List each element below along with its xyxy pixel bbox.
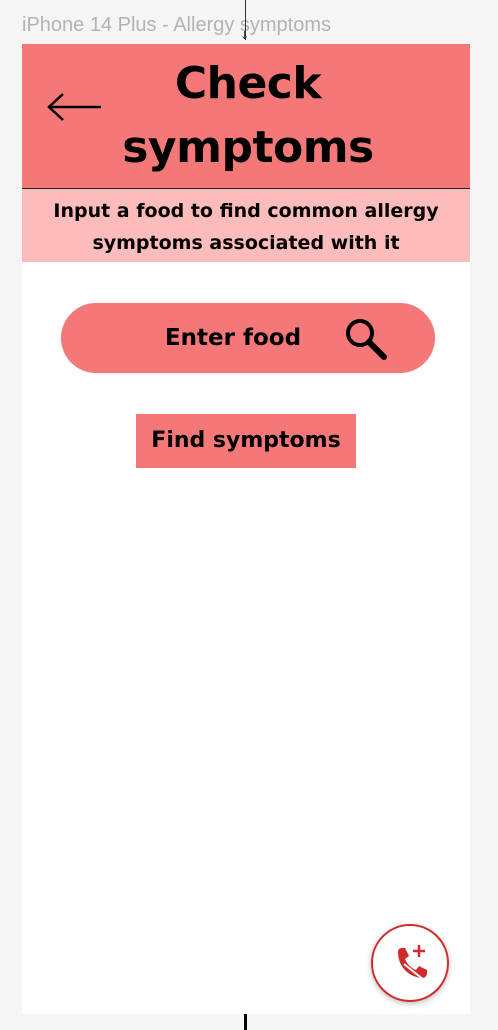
find-symptoms-button[interactable]: Find symptoms [136,414,356,468]
arrow-left-icon[interactable] [46,92,102,122]
food-search-input[interactable]: Enter food [61,303,435,373]
emergency-call-icon [398,945,427,981]
connector-arrow-icon: ↓ [240,29,250,42]
header-bar: Check symptoms [22,44,470,189]
emergency-call-button[interactable] [371,924,449,1002]
food-search-placeholder: Enter food [164,325,302,351]
page-title-line-2: symptoms [122,122,374,173]
description-line-1: Input a food to find common allergy [53,200,439,222]
search-icon[interactable] [343,317,391,363]
page-title: Check symptoms [110,52,386,180]
prototype-connector-bottom [244,1014,247,1030]
frame-label: iPhone 14 Plus - Allergy symptoms [22,14,332,36]
description-text: Input a food to find common allergy symp… [36,195,456,259]
phone-frame: Check symptoms Input a food to find comm… [22,44,470,1014]
page-title-line-1: Check [174,58,322,109]
description-line-2: symptoms associated with it [92,232,400,254]
description-band: Input a food to find common allergy symp… [22,189,470,262]
